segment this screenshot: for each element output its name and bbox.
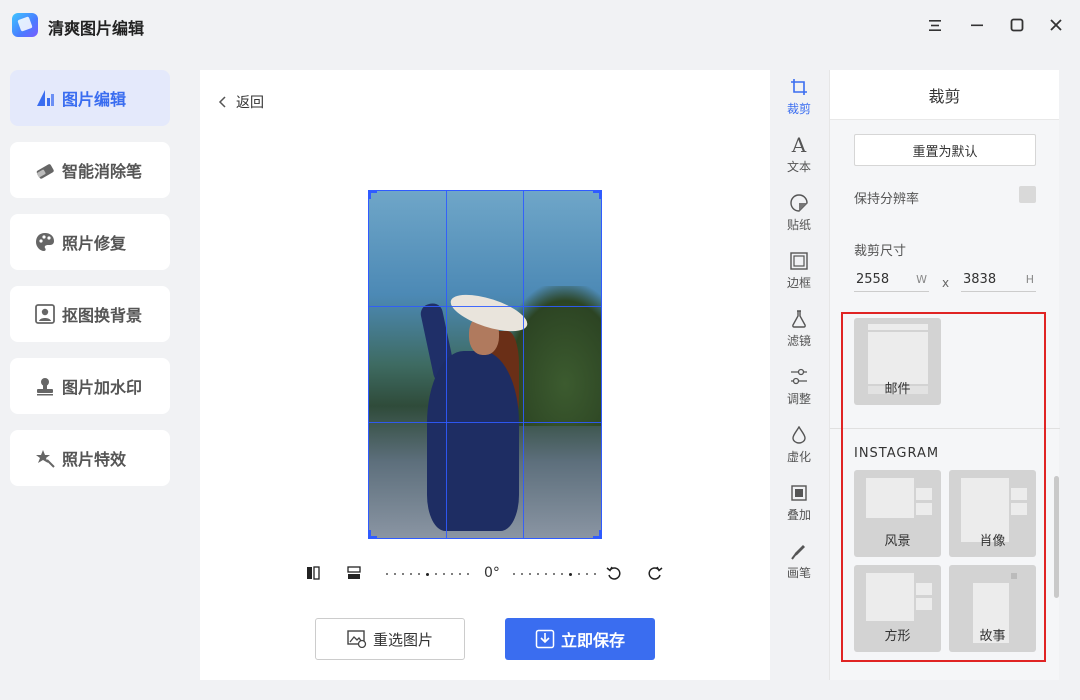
sidebar-item-label: 图片加水印 — [62, 378, 143, 397]
download-icon — [535, 629, 555, 649]
sidebar-item-label: 照片修复 — [62, 234, 127, 253]
back-button[interactable]: 返回 — [218, 92, 264, 112]
editor-canvas: 返回 0° 重选图片 立即保存 — [200, 70, 770, 680]
reset-default-button[interactable]: 重置为默认 — [854, 134, 1036, 166]
flip-horizontal-icon[interactable] — [305, 565, 321, 581]
size-separator: x — [942, 276, 950, 290]
crop-width-value: 2558 — [856, 272, 890, 287]
crop-grid-line — [446, 191, 447, 538]
crop-handle[interactable] — [593, 191, 601, 199]
text-icon: A — [791, 133, 807, 157]
rotation-value: 0° — [484, 565, 500, 581]
adjust-sliders-icon — [788, 366, 810, 388]
crop-height-value: 3838 — [963, 272, 997, 287]
tool-label: 滤镜 — [786, 334, 811, 348]
sidebar-item-smart-eraser[interactable]: 智能消除笔 — [10, 142, 170, 198]
tool-label: 画笔 — [786, 566, 811, 580]
crop-size-label: 裁剪尺寸 — [854, 244, 907, 259]
sidebar-item-label: 图片编辑 — [62, 90, 127, 109]
crop-height-unit: H — [1025, 273, 1034, 286]
crop-width-input[interactable]: 2558 W — [854, 268, 929, 292]
tool-blur[interactable]: 虚化 — [778, 424, 820, 472]
sidebar-item-photo-effects[interactable]: 照片特效 — [10, 430, 170, 486]
filter-flask-icon — [788, 308, 810, 330]
sidebar-item-image-edit[interactable]: 图片编辑 — [10, 70, 170, 126]
overlay-icon — [788, 482, 810, 504]
rotation-slider-right[interactable] — [513, 572, 596, 576]
title-bar: 清爽图片编辑 — [0, 0, 1080, 52]
tool-filter[interactable]: 滤镜 — [778, 308, 820, 356]
panel-scrollbar[interactable] — [1054, 476, 1059, 598]
keep-resolution-checkbox[interactable] — [1019, 186, 1036, 203]
tool-label: 文本 — [786, 160, 811, 174]
magic-star-icon — [34, 447, 56, 469]
tool-label: 调整 — [786, 392, 811, 406]
crop-grid-line — [523, 191, 524, 538]
chevron-left-icon — [218, 93, 228, 112]
tool-label: 贴纸 — [786, 218, 811, 232]
sidebar-item-label: 智能消除笔 — [62, 162, 143, 181]
rotation-slider-left[interactable] — [386, 572, 469, 576]
reselect-label: 重选图片 — [372, 630, 433, 649]
portrait-icon — [34, 303, 56, 325]
tool-label: 虚化 — [786, 450, 811, 464]
tool-label: 边框 — [786, 276, 811, 290]
panel-title: 裁剪 — [830, 70, 1059, 120]
rotate-left-icon[interactable] — [606, 565, 622, 581]
crop-panel: 裁剪 重置为默认 保持分辨率 裁剪尺寸 2558 W x 3838 H 邮件 I… — [829, 70, 1060, 680]
save-now-button[interactable]: 立即保存 — [505, 618, 655, 660]
eraser-icon — [34, 159, 56, 181]
flip-vertical-icon[interactable] — [346, 565, 362, 581]
palette-icon — [34, 231, 56, 253]
tool-brush[interactable]: 画笔 — [778, 540, 820, 588]
edited-photo[interactable] — [369, 191, 601, 538]
tool-label: 叠加 — [786, 508, 811, 522]
app-title: 清爽图片编辑 — [48, 19, 145, 38]
close-icon[interactable] — [1045, 14, 1067, 36]
rotate-right-icon[interactable] — [647, 565, 663, 581]
tool-label: 裁剪 — [786, 102, 811, 116]
menu-icon[interactable] — [924, 14, 946, 36]
tool-crop[interactable]: 裁剪 — [778, 76, 820, 124]
crop-handle[interactable] — [369, 530, 377, 538]
tool-overlay[interactable]: 叠加 — [778, 482, 820, 530]
preset-highlight-frame — [841, 312, 1046, 662]
sidebar-item-photo-repair[interactable]: 照片修复 — [10, 214, 170, 270]
frame-icon — [788, 250, 810, 272]
sidebar-item-label: 抠图换背景 — [62, 306, 143, 325]
crop-grid-line — [369, 306, 601, 307]
crop-handle[interactable] — [593, 530, 601, 538]
sidebar-item-cutout-background[interactable]: 抠图换背景 — [10, 286, 170, 342]
crop-width-unit: W — [916, 273, 927, 286]
brush-icon — [788, 540, 810, 562]
edit-ruler-icon — [34, 87, 56, 109]
back-label: 返回 — [236, 95, 264, 111]
maximize-icon[interactable] — [1006, 14, 1028, 36]
crop-handle[interactable] — [369, 191, 377, 199]
reselect-image-button[interactable]: 重选图片 — [315, 618, 465, 660]
image-icon — [347, 630, 367, 648]
sidebar-item-watermark[interactable]: 图片加水印 — [10, 358, 170, 414]
tool-frame[interactable]: 边框 — [778, 250, 820, 298]
sticker-icon — [788, 192, 810, 214]
tool-adjust[interactable]: 调整 — [778, 366, 820, 414]
minimize-icon[interactable] — [966, 14, 988, 36]
crop-icon — [788, 76, 810, 98]
tool-text[interactable]: A 文本 — [778, 133, 820, 182]
stamp-icon — [34, 375, 56, 397]
sidebar-item-label: 照片特效 — [62, 450, 127, 469]
tool-sticker[interactable]: 贴纸 — [778, 192, 820, 240]
crop-grid-line — [369, 422, 601, 423]
blur-drop-icon — [788, 424, 810, 446]
crop-height-input[interactable]: 3838 H — [961, 268, 1036, 292]
keep-resolution-label: 保持分辨率 — [854, 192, 920, 207]
save-label: 立即保存 — [560, 631, 625, 650]
app-logo-icon — [12, 13, 38, 37]
